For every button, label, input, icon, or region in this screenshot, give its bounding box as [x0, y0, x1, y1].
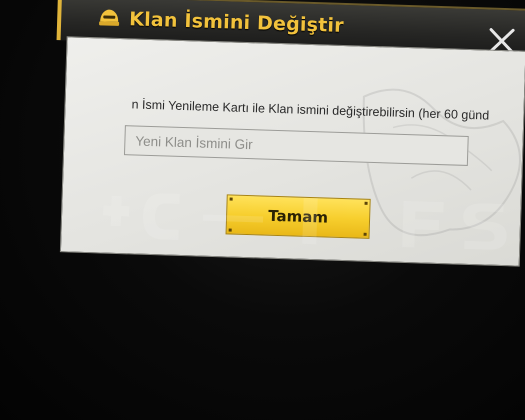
title-accent-stripe [56, 0, 62, 41]
rename-clan-dialog: Klan İsmini Değiştir n İsmi Yenileme Kar… [50, 0, 525, 271]
helmet-icon [99, 9, 120, 26]
dialog-title: Klan İsmini Değiştir [128, 8, 345, 37]
